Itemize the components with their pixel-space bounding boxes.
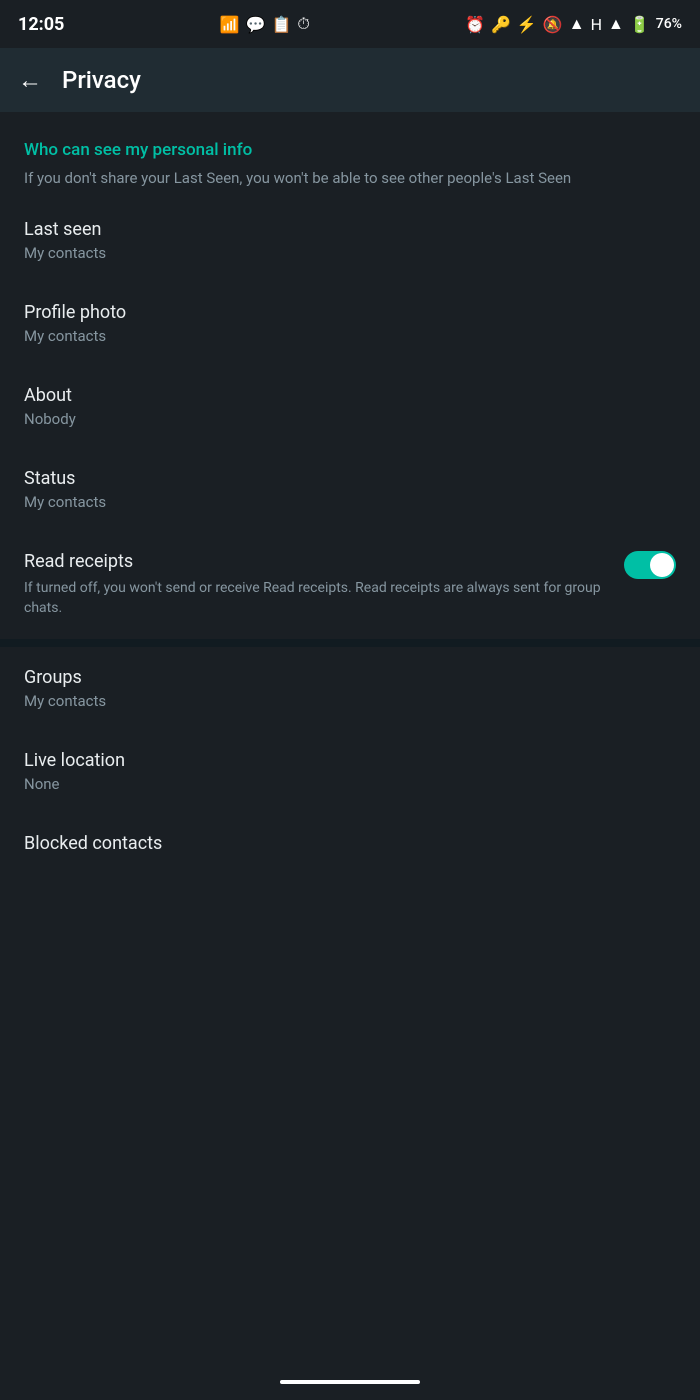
status-time: 12:05 [18, 14, 64, 35]
personal-info-description: If you don't share your Last Seen, you w… [24, 168, 676, 189]
groups-item[interactable]: Groups My contacts [0, 647, 700, 730]
last-seen-text: Last seen My contacts [24, 219, 676, 262]
nav-indicator [280, 1380, 420, 1384]
about-item[interactable]: About Nobody [0, 365, 700, 448]
blocked-contacts-item[interactable]: Blocked contacts [0, 813, 700, 878]
section-divider-1 [0, 639, 700, 647]
read-receipts-text: Read receipts If turned off, you won't s… [24, 551, 624, 619]
read-receipts-toggle-container [624, 551, 676, 579]
key-icon: 🔑 [491, 15, 511, 34]
signal-icon: 📶 [220, 15, 240, 34]
battery-percentage: 76% [656, 16, 682, 32]
live-location-text: Live location None [24, 750, 676, 793]
alarm-icon: ⏰ [465, 15, 485, 34]
last-seen-item[interactable]: Last seen My contacts [0, 199, 700, 282]
status-icons: 📶 💬 📋 ⏱ [220, 14, 310, 34]
sim-icon: 📋 [271, 15, 291, 34]
status-text: Status My contacts [24, 468, 676, 511]
bluetooth-icon: ⚡ [517, 15, 537, 34]
nav-bar [0, 1364, 700, 1400]
live-location-value: None [24, 775, 676, 793]
read-receipts-label: Read receipts [24, 551, 608, 572]
about-text: About Nobody [24, 385, 676, 428]
profile-photo-item[interactable]: Profile photo My contacts [0, 282, 700, 365]
read-receipts-item[interactable]: Read receipts If turned off, you won't s… [0, 531, 700, 639]
read-receipts-toggle[interactable] [624, 551, 676, 579]
signal-bars-icon: ▲ [608, 14, 624, 34]
about-value: Nobody [24, 410, 676, 428]
chat-icon: 💬 [246, 15, 266, 34]
timer-icon: ⏱ [297, 14, 309, 34]
last-seen-label: Last seen [24, 219, 676, 240]
content: Who can see my personal info If you don'… [0, 112, 700, 878]
groups-label: Groups [24, 667, 676, 688]
blocked-contacts-text: Blocked contacts [24, 833, 676, 858]
page-title: Privacy [62, 66, 141, 94]
wifi-icon: ▲ [569, 14, 585, 34]
status-right-icons: ⏰ 🔑 ⚡ 🔕 ▲ H ▲ 🔋 76% [465, 14, 682, 34]
personal-info-section-header: Who can see my personal info If you don'… [0, 112, 700, 199]
toggle-knob [650, 553, 674, 577]
app-bar: ← Privacy [0, 48, 700, 112]
status-bar: 12:05 📶 💬 📋 ⏱ ⏰ 🔑 ⚡ 🔕 ▲ H ▲ 🔋 76% [0, 0, 700, 48]
status-item[interactable]: Status My contacts [0, 448, 700, 531]
profile-photo-value: My contacts [24, 327, 676, 345]
mute-icon: 🔕 [543, 15, 563, 34]
live-location-item[interactable]: Live location None [0, 730, 700, 813]
groups-text: Groups My contacts [24, 667, 676, 710]
about-label: About [24, 385, 676, 406]
last-seen-value: My contacts [24, 244, 676, 262]
profile-photo-text: Profile photo My contacts [24, 302, 676, 345]
back-button[interactable]: ← [18, 66, 42, 95]
blocked-contacts-label: Blocked contacts [24, 833, 676, 854]
status-label: Status [24, 468, 676, 489]
live-location-label: Live location [24, 750, 676, 771]
battery-icon: 🔋 [630, 15, 650, 34]
network-icon: H [591, 15, 602, 34]
read-receipts-description: If turned off, you won't send or receive… [24, 578, 608, 619]
groups-value: My contacts [24, 692, 676, 710]
status-value: My contacts [24, 493, 676, 511]
profile-photo-label: Profile photo [24, 302, 676, 323]
personal-info-title: Who can see my personal info [24, 140, 676, 160]
